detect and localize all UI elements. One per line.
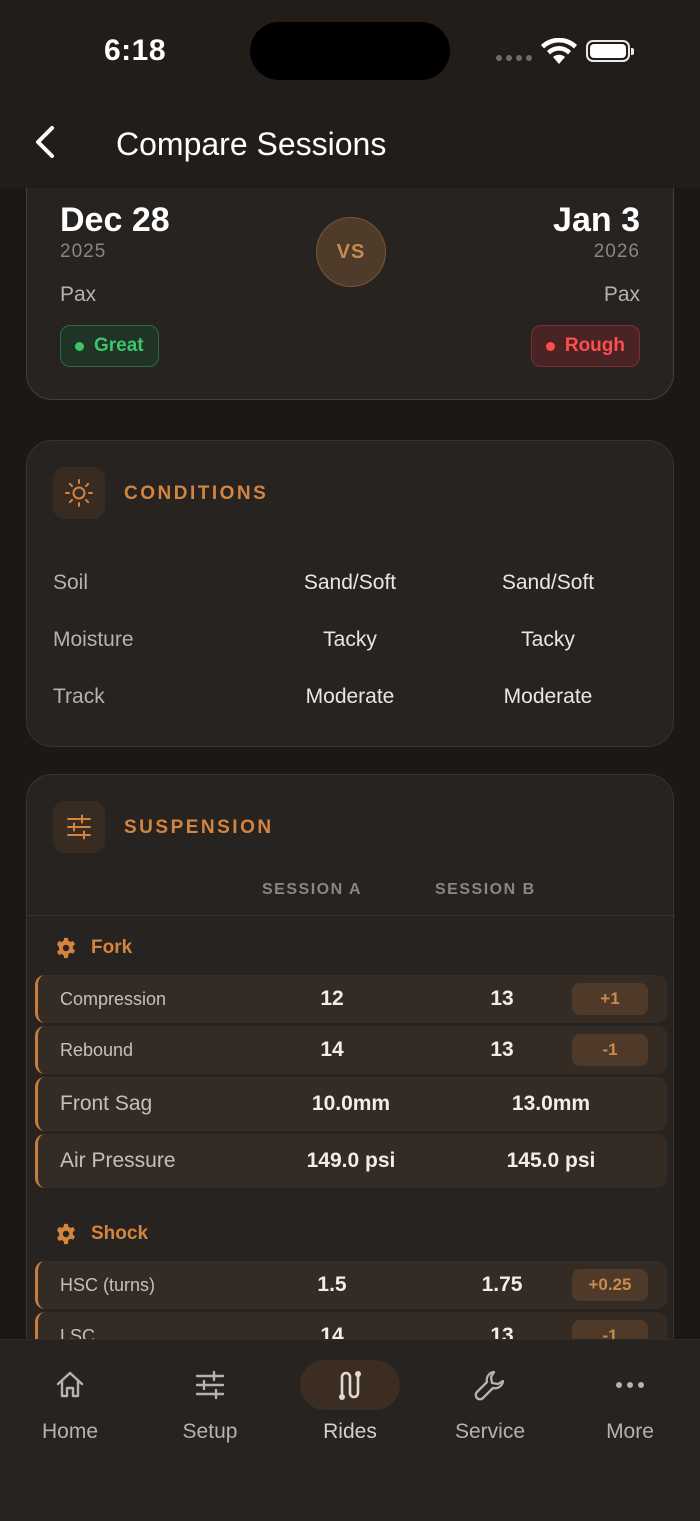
setting-label: Air Pressure <box>60 1149 176 1172</box>
condition-label: Track <box>53 685 105 708</box>
conditions-card: CONDITIONS Soil Sand/Soft Sand/Soft Mois… <box>26 440 674 747</box>
session-a-rating: Great <box>94 335 144 356</box>
setting-value-a: 149.0 psi <box>306 1149 396 1172</box>
setting-value-a: 14 <box>320 1038 344 1061</box>
wrench-icon <box>440 1360 540 1410</box>
tab-label: Setup <box>182 1420 238 1443</box>
setting-label: HSC (turns) <box>60 1275 156 1295</box>
condition-value-a: Sand/Soft <box>303 571 397 594</box>
setting-value-b: 13 <box>490 987 514 1010</box>
home-icon <box>20 1360 120 1410</box>
sliders-icon <box>53 801 105 853</box>
session-b-rider: Pax <box>603 283 640 306</box>
setting-label: Compression <box>60 989 167 1009</box>
condition-value-a: Moderate <box>305 685 395 708</box>
setting-row-hsc: HSC (turns) 1.5 1.75 +0.25 <box>35 1261 667 1309</box>
tab-bar: Home Setup Rides Service More <box>0 1339 700 1521</box>
session-b-rating-badge: Rough <box>530 325 640 367</box>
page-title: Compare Sessions <box>116 126 387 162</box>
suspension-card: SUSPENSION SESSION A SESSION B Fork Comp… <box>26 774 675 1339</box>
cellular-signal-icon <box>496 55 532 61</box>
column-header-session-a: SESSION A <box>262 881 363 898</box>
setting-value-a: 1.5 <box>317 1273 347 1296</box>
tab-more[interactable]: More <box>560 1360 700 1456</box>
fork-group-header: Fork <box>55 937 132 959</box>
setting-row-front-sag: Front Sag 10.0mm 13.0mm <box>35 1077 667 1131</box>
gear-icon <box>57 937 75 959</box>
tab-label: Rides <box>323 1420 377 1443</box>
setting-value-b: 13 <box>490 1038 514 1061</box>
session-b-date: Jan 3 <box>553 201 640 239</box>
session-b-year: 2026 <box>593 241 640 262</box>
setting-value-b: 13 <box>490 1324 514 1339</box>
delta-badge: -1 <box>572 1320 648 1339</box>
wifi-icon <box>541 38 577 64</box>
status-dot-icon <box>545 341 555 351</box>
more-icon <box>580 1360 680 1410</box>
shock-group-header: Shock <box>55 1223 148 1245</box>
condition-row-moisture: Moisture Tacky Tacky <box>27 628 675 668</box>
dynamic-island <box>250 22 450 80</box>
vs-badge: VS <box>316 217 386 287</box>
setting-label: LSC <box>60 1326 96 1339</box>
shock-label: Shock <box>91 1223 149 1244</box>
tab-label: More <box>606 1420 654 1443</box>
sliders-icon <box>160 1360 260 1410</box>
session-a-date: Dec 28 <box>60 201 170 239</box>
setting-label: Rebound <box>60 1040 134 1060</box>
session-a-rating-badge: Great <box>60 325 159 367</box>
tab-label: Service <box>454 1420 526 1443</box>
divider <box>27 915 675 916</box>
status-dot-icon <box>75 341 84 351</box>
gear-icon <box>57 1223 75 1245</box>
condition-value-b: Tacky <box>521 628 575 651</box>
tab-label: Home <box>41 1420 99 1443</box>
session-b-rating: Rough <box>564 335 625 356</box>
delta-badge: -1 <box>572 1034 648 1066</box>
session-a-rider: Pax <box>60 283 97 306</box>
condition-value-a: Tacky <box>323 628 377 651</box>
top-bar: 6:18 Compare Sessions <box>0 0 700 188</box>
session-header-card: Dec 28 2025 Pax Great VS Jan 3 2026 Pax … <box>26 188 674 400</box>
condition-label: Moisture <box>53 628 134 651</box>
condition-row-track: Track Moderate Moderate <box>27 685 675 725</box>
setting-value-a: 14 <box>320 1324 344 1339</box>
status-time: 6:18 <box>104 34 167 67</box>
setting-value-b: 1.75 <box>481 1273 523 1296</box>
tab-rides[interactable]: Rides <box>280 1360 420 1456</box>
conditions-title: CONDITIONS <box>124 483 269 504</box>
tab-home[interactable]: Home <box>0 1360 140 1456</box>
condition-label: Soil <box>53 571 89 594</box>
column-header-session-b: SESSION B <box>435 881 536 898</box>
setting-row-lsc: LSC 14 13 -1 <box>35 1312 667 1339</box>
condition-value-b: Moderate <box>503 685 593 708</box>
delta-badge: +1 <box>572 983 648 1015</box>
suspension-title: SUSPENSION <box>124 817 274 838</box>
setting-value-b: 13.0mm <box>511 1092 591 1115</box>
condition-row-soil: Soil Sand/Soft Sand/Soft <box>27 571 675 611</box>
setting-row-rebound: Rebound 14 13 -1 <box>35 1026 667 1074</box>
setting-value-a: 12 <box>320 987 344 1010</box>
setting-value-b: 145.0 psi <box>506 1149 596 1172</box>
back-chevron-icon[interactable] <box>30 122 60 162</box>
session-a-year: 2025 <box>60 241 107 262</box>
condition-value-b: Sand/Soft <box>501 571 595 594</box>
setting-label: Front Sag <box>60 1092 153 1115</box>
battery-icon <box>586 40 634 62</box>
delta-badge: +0.25 <box>572 1269 648 1301</box>
scroll-content[interactable]: Dec 28 2025 Pax Great VS Jan 3 2026 Pax … <box>0 188 700 1339</box>
setting-value-a: 10.0mm <box>311 1092 391 1115</box>
setting-row-air-pressure: Air Pressure 149.0 psi 145.0 psi <box>35 1134 667 1188</box>
setting-row-compression: Compression 12 13 +1 <box>35 975 667 1023</box>
fork-label: Fork <box>91 937 133 958</box>
tab-service[interactable]: Service <box>420 1360 560 1456</box>
sun-icon <box>53 467 105 519</box>
route-icon <box>300 1360 400 1410</box>
tab-setup[interactable]: Setup <box>140 1360 280 1456</box>
